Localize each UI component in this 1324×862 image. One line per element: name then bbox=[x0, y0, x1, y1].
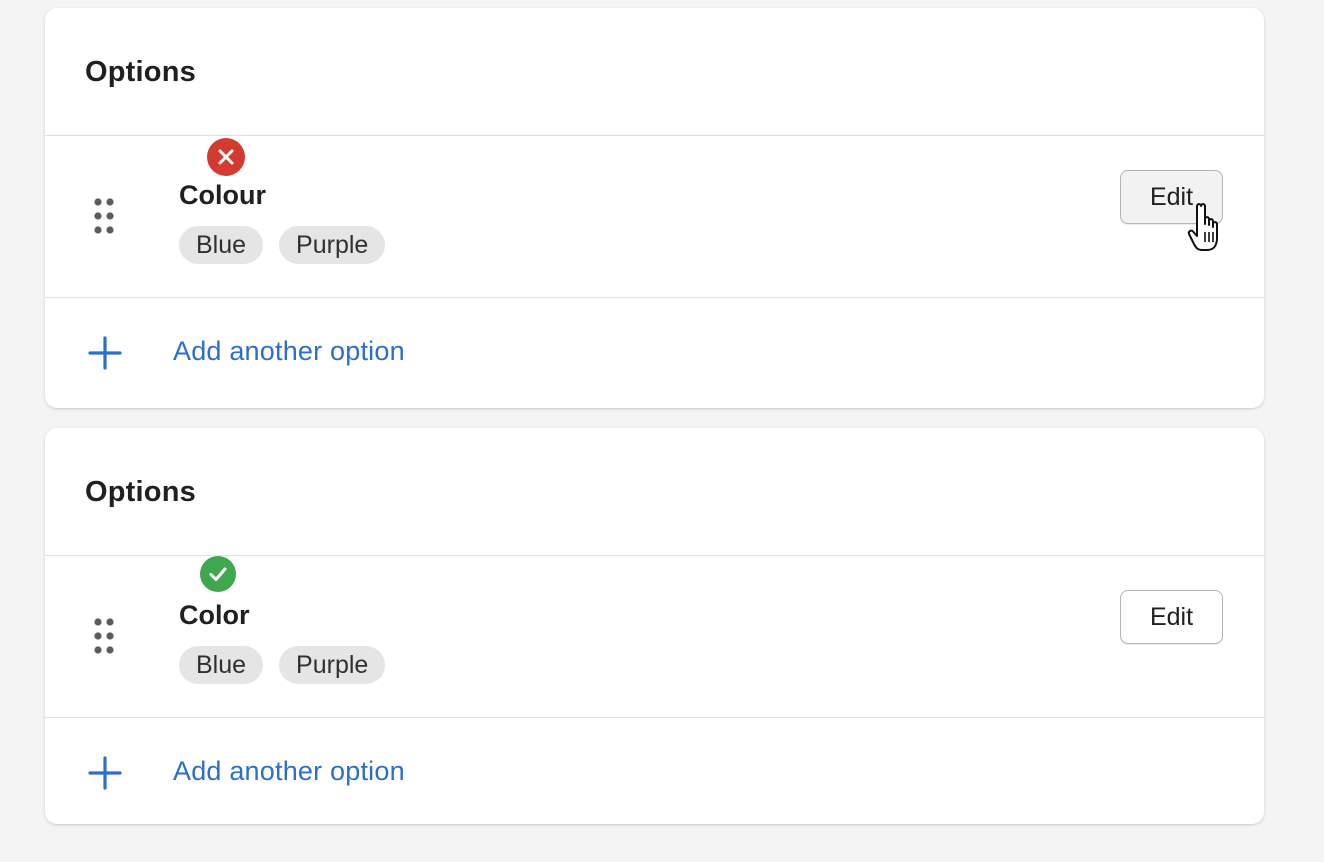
option-values: Blue Purple bbox=[179, 226, 386, 264]
check-circle-icon bbox=[200, 556, 236, 592]
option-row-colour: Colour Blue Purple Edit bbox=[45, 136, 1264, 298]
value-tag: Purple bbox=[279, 226, 386, 264]
options-card-colour: Options Colour Blue Purple Edit Add anot… bbox=[45, 8, 1264, 408]
value-tag: Purple bbox=[279, 646, 386, 684]
add-another-option-row[interactable]: Add another option bbox=[45, 718, 1264, 827]
edit-button[interactable]: Edit bbox=[1120, 590, 1223, 644]
add-another-option-row[interactable]: Add another option bbox=[45, 298, 1264, 407]
drag-handle-icon[interactable] bbox=[94, 618, 114, 654]
value-tag: Blue bbox=[179, 226, 264, 264]
edit-button[interactable]: Edit bbox=[1120, 170, 1223, 224]
x-circle-icon bbox=[207, 138, 245, 176]
plus-icon[interactable] bbox=[88, 336, 122, 370]
card-header: Options bbox=[45, 8, 1264, 136]
options-card-color: Options Color Blue Purple Edit Add anoth… bbox=[45, 428, 1264, 824]
option-row-color: Color Blue Purple Edit bbox=[45, 556, 1264, 718]
add-another-option-link[interactable]: Add another option bbox=[173, 336, 405, 367]
add-another-option-link[interactable]: Add another option bbox=[173, 756, 405, 787]
option-values: Blue Purple bbox=[179, 646, 386, 684]
option-name: Colour bbox=[179, 180, 266, 210]
card-title: Options bbox=[85, 476, 196, 508]
value-tag: Blue bbox=[179, 646, 264, 684]
card-header: Options bbox=[45, 428, 1264, 556]
plus-icon[interactable] bbox=[88, 756, 122, 790]
card-title: Options bbox=[85, 56, 196, 88]
option-name: Color bbox=[179, 600, 250, 630]
drag-handle-icon[interactable] bbox=[94, 198, 114, 234]
